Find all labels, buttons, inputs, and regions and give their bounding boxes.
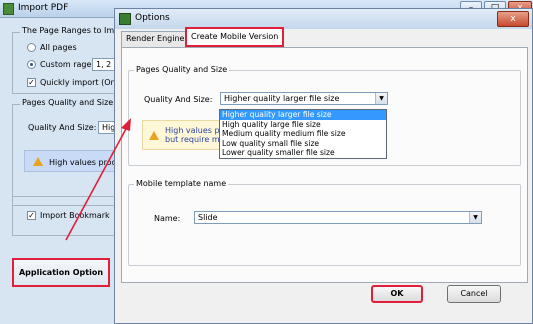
quality-dropdown-list: Higher quality larger file size High qua… (219, 109, 387, 159)
custom-rage-label: Custom rage: (40, 60, 95, 69)
all-pages-label: All pages (40, 43, 77, 52)
warning-bar: High values produ (24, 150, 122, 172)
ok-button[interactable]: OK (371, 285, 423, 303)
quality-option[interactable]: Low quality small file size (220, 139, 386, 149)
name-combo-value: Slide (198, 213, 218, 222)
tab-render-engine[interactable]: Render Engine (121, 31, 190, 47)
tab-create-mobile-version[interactable]: Create Mobile Version (185, 27, 285, 47)
warning-icon (149, 131, 159, 140)
page-ranges-legend: The Page Ranges to Impo (20, 26, 127, 35)
import-bookmark-checkbox[interactable]: ✓ (27, 211, 36, 220)
quality-option[interactable]: Higher quality larger file size (220, 110, 386, 120)
all-pages-radio[interactable] (27, 43, 36, 52)
options-dialog: Options x Render Engine Create Mobile Ve… (114, 8, 533, 324)
import-pdf-title: Import PDF (18, 3, 69, 13)
options-icon (119, 13, 131, 25)
quality-option[interactable]: Lower quality smaller file size (220, 148, 386, 158)
pages-quality-legend: Pages Quality and Size (134, 65, 230, 74)
mobile-template-fieldset (128, 184, 521, 266)
pages-quality-legend: Pages Quality and Size (20, 98, 116, 107)
cancel-button[interactable]: Cancel (447, 285, 501, 303)
name-combo[interactable]: Slide ▼ (194, 211, 482, 224)
close-icon[interactable]: x (497, 11, 529, 27)
warning-text: High values produ (49, 158, 122, 167)
quality-and-size-label: Quality And Size: (144, 95, 213, 104)
quality-combo-value: Higher quality larger file size (224, 94, 340, 103)
custom-rage-radio[interactable] (27, 60, 36, 69)
options-titlebar: Options x (115, 9, 532, 29)
application-option-button[interactable]: Application Option (12, 258, 110, 287)
chevron-down-icon[interactable]: ▼ (375, 93, 387, 104)
info-bar: High values p but require m (142, 120, 226, 150)
warning-icon (33, 157, 43, 166)
custom-rage-input[interactable]: 1, 2 (92, 58, 116, 71)
quality-and-size-label: Quality And Size: (28, 123, 97, 132)
mobile-template-legend: Mobile template name (134, 179, 229, 188)
tab-pane: Pages Quality and Size Quality And Size:… (121, 47, 528, 283)
info-text-line1: High values p (165, 126, 220, 135)
name-label: Name: (154, 214, 181, 223)
quality-combo[interactable]: Higher quality larger file size ▼ (220, 92, 388, 105)
import-bookmark-label: Import Bookmark (40, 211, 110, 220)
info-text-line2: but require m (165, 135, 220, 144)
quickly-import-label: Quickly import (Only (40, 78, 123, 87)
quality-option[interactable]: High quality large file size (220, 120, 386, 130)
quality-option[interactable]: Medium quality medium file size (220, 129, 386, 139)
app-icon (3, 3, 14, 15)
options-title: Options (135, 13, 170, 23)
quickly-import-checkbox[interactable]: ✓ (27, 78, 36, 87)
chevron-down-icon[interactable]: ▼ (469, 212, 481, 223)
